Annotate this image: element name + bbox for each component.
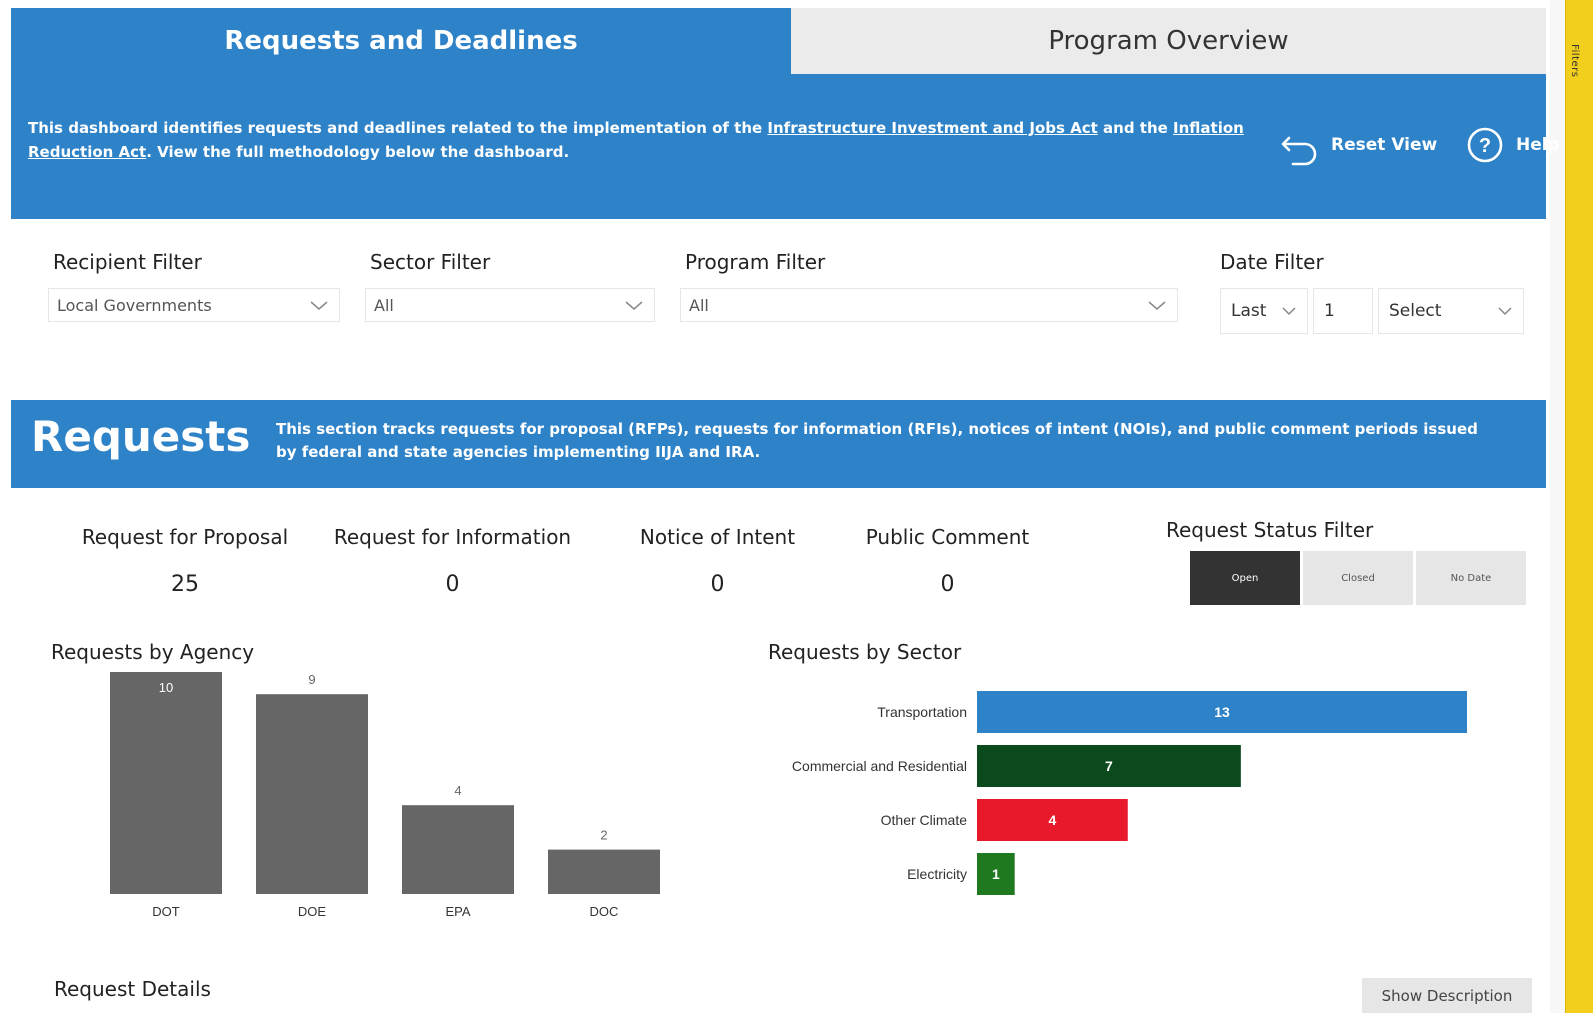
sector-bar-chart: Transportation 13 Commercial and Residenti… xyxy=(792,691,1467,895)
status-no-date-button[interactable]: No Date xyxy=(1416,551,1526,605)
request-details-title: Request Details xyxy=(54,977,211,1001)
agency-data-label: 10 xyxy=(159,680,173,695)
tab-label: Requests and Deadlines xyxy=(224,26,578,56)
agency-bar-dot xyxy=(110,672,222,894)
agency-chart-title: Requests by Agency xyxy=(51,640,255,664)
filters-pane-label: Filters xyxy=(1569,44,1580,78)
kpi-rfp-value: 25 xyxy=(171,572,199,597)
iija-link[interactable]: Infrastructure Investment and Jobs Act xyxy=(767,119,1097,137)
chevron-down-icon xyxy=(625,301,643,310)
agency-bar-doe xyxy=(256,694,368,894)
show-description-button[interactable]: Show Description xyxy=(1362,978,1532,1013)
filters-pane-toggle[interactable]: Filters xyxy=(1565,0,1593,1013)
header-banner: This dashboard identifies requests and d… xyxy=(11,74,1560,219)
agency-data-label: 2 xyxy=(600,828,607,843)
agency-bar-epa xyxy=(402,805,514,894)
header-text: and the xyxy=(1097,119,1174,137)
help-button[interactable]: ? Help xyxy=(1466,126,1560,164)
requests-title: Requests xyxy=(31,412,251,461)
tab-label: Program Overview xyxy=(1048,26,1289,56)
tab-program-overview[interactable]: Program Overview xyxy=(791,8,1546,74)
recipient-filter-dropdown[interactable]: Local Governments xyxy=(48,288,340,322)
sector-data-label: 4 xyxy=(1048,812,1056,828)
date-unit-dropdown[interactable]: Select xyxy=(1378,288,1524,334)
kpi-public-comment-value: 0 xyxy=(940,572,955,597)
sector-chart-title: Requests by Sector xyxy=(768,640,962,664)
program-filter-value: All xyxy=(689,295,709,315)
sector-tick-label: Electricity xyxy=(907,866,967,882)
agency-data-label: 4 xyxy=(454,783,461,798)
sector-data-label: 13 xyxy=(1214,704,1230,720)
kpi-noi-label: Notice of Intent xyxy=(639,525,796,549)
chevron-down-icon xyxy=(1498,307,1512,316)
date-relative-dropdown[interactable]: Last xyxy=(1220,288,1308,334)
sector-data-label: 1 xyxy=(992,866,1000,882)
status-filter-title: Request Status Filter xyxy=(1166,518,1374,542)
agency-tick-label: DOE xyxy=(298,904,327,919)
help-icon: ? xyxy=(1467,127,1503,163)
tab-requests-and-deadlines[interactable]: Requests and Deadlines xyxy=(11,8,791,74)
sector-filter-value: All xyxy=(374,295,394,315)
status-open-button[interactable]: Open xyxy=(1190,551,1300,605)
date-filter-label: Date Filter xyxy=(1220,250,1324,274)
sector-filter-dropdown[interactable]: All xyxy=(365,288,655,322)
agency-tick-label: DOC xyxy=(590,904,619,919)
agency-bar-doc xyxy=(548,849,660,894)
date-unit-value: Select xyxy=(1389,301,1442,321)
agency-data-label: 9 xyxy=(308,672,315,687)
agency-bar-chart: 10 DOT 9 DOE 4 EPA 2 DOC xyxy=(110,672,660,919)
reset-view-label: Reset View xyxy=(1331,135,1438,155)
sector-data-label: 7 xyxy=(1105,758,1113,774)
date-count-value: 1 xyxy=(1324,301,1335,321)
kpi-public-comment-label: Public Comment xyxy=(865,525,1030,549)
sector-tick-label: Other Climate xyxy=(881,812,968,828)
kpi-rfi-label: Request for Information xyxy=(333,525,572,549)
kpi-rfi-value: 0 xyxy=(445,572,460,597)
header-text: This dashboard identifies requests and d… xyxy=(28,119,768,137)
agency-tick-label: DOT xyxy=(152,904,180,919)
help-label: Help xyxy=(1516,135,1560,155)
program-filter-dropdown[interactable]: All xyxy=(680,288,1178,322)
chevron-down-icon xyxy=(1148,301,1166,310)
program-filter-label: Program Filter xyxy=(685,250,826,274)
agency-tick-label: EPA xyxy=(445,904,470,919)
dashboard-root: Filters Requests and Deadlines Program O… xyxy=(0,0,1593,1013)
reset-view-button[interactable]: Reset View xyxy=(1279,124,1437,166)
chevron-down-icon xyxy=(310,301,328,310)
requests-section-banner: Requests This section tracks requests fo… xyxy=(11,400,1546,488)
chevron-down-icon xyxy=(1282,307,1296,316)
sector-filter-label: Sector Filter xyxy=(370,250,491,274)
date-count-input[interactable]: 1 xyxy=(1313,288,1373,334)
kpi-rfp-label: Request for Proposal xyxy=(81,525,289,549)
kpi-noi-value: 0 xyxy=(710,572,725,597)
recipient-filter-value: Local Governments xyxy=(57,295,212,315)
left-gutter xyxy=(0,0,10,1013)
status-closed-button[interactable]: Closed xyxy=(1303,551,1413,605)
header-description: This dashboard identifies requests and d… xyxy=(28,116,1248,164)
recipient-filter-label: Recipient Filter xyxy=(53,250,202,274)
header-text: . View the full methodology below the da… xyxy=(146,143,570,161)
undo-icon xyxy=(1281,136,1317,166)
svg-text:?: ? xyxy=(1479,135,1491,157)
sector-tick-label: Transportation xyxy=(877,704,967,720)
sector-tick-label: Commercial and Residential xyxy=(792,758,967,774)
date-relative-value: Last xyxy=(1231,301,1267,321)
requests-description: This section tracks requests for proposa… xyxy=(276,420,1478,461)
